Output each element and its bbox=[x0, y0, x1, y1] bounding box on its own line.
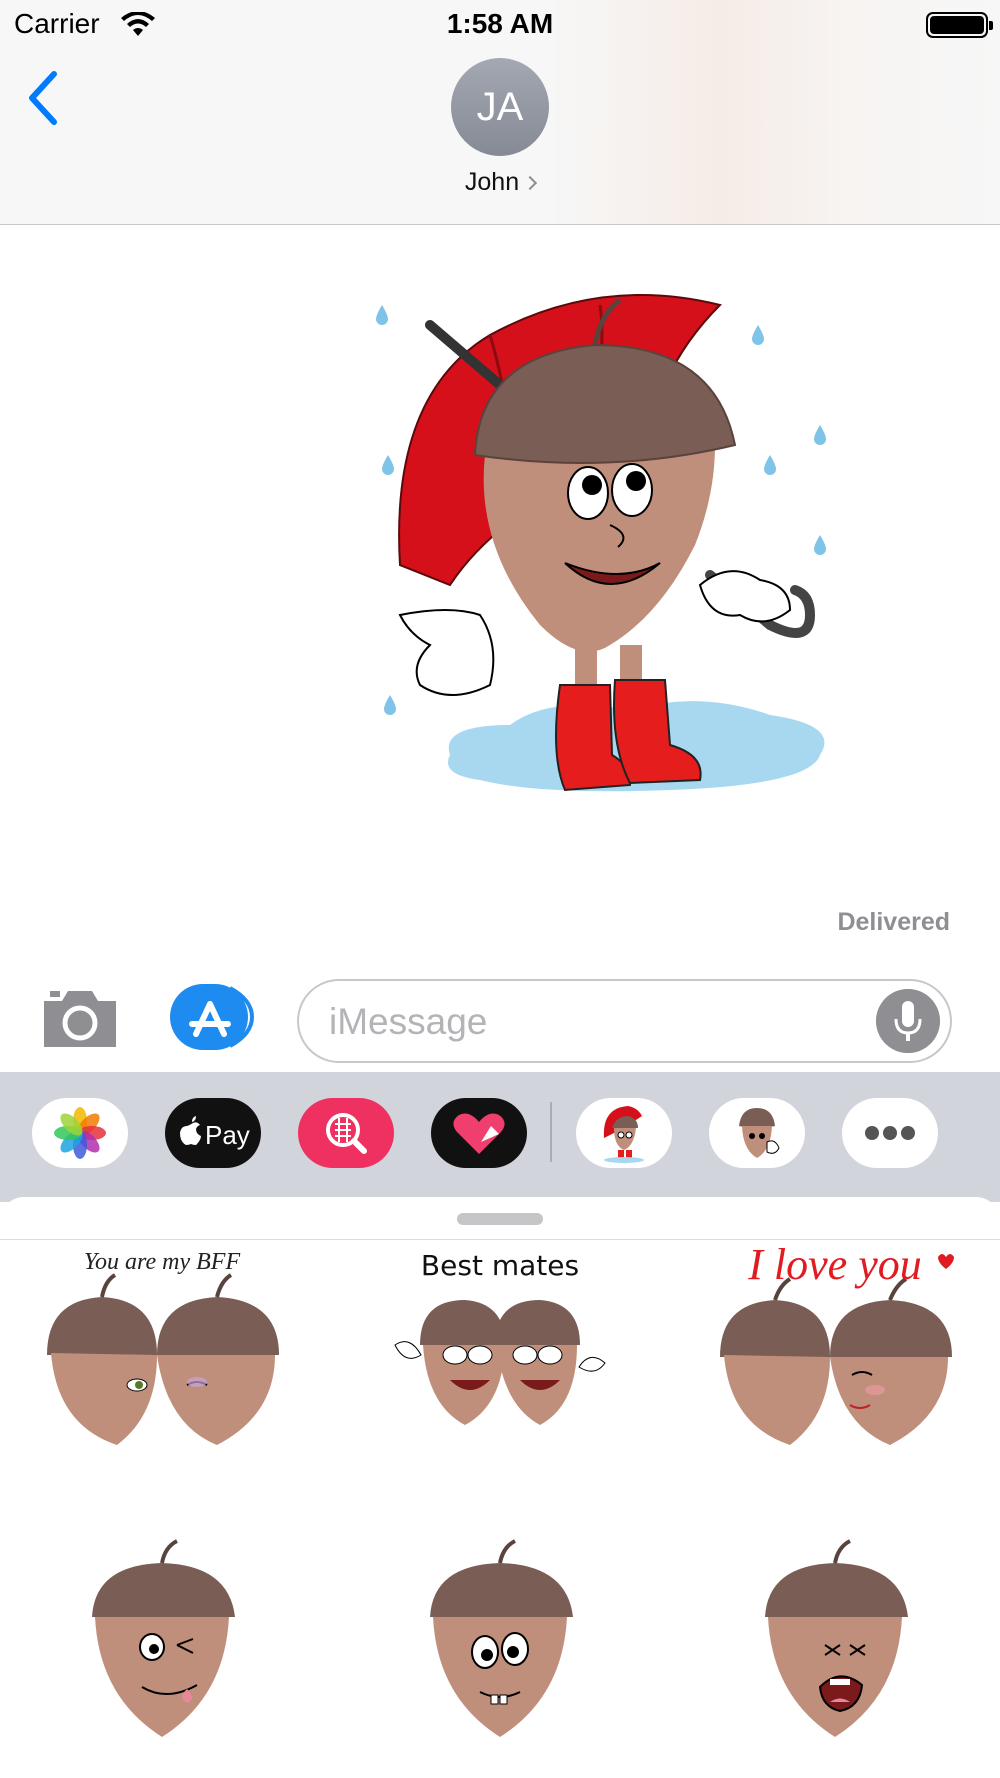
clock: 1:58 AM bbox=[446, 8, 554, 39]
battery-icon bbox=[926, 12, 993, 38]
microphone-icon[interactable] bbox=[876, 989, 940, 1053]
acorn-crying-sticker bbox=[765, 1539, 908, 1737]
sticker-panel: You are my BFF Best mates I love you bbox=[0, 1197, 1000, 1778]
chevron-right-icon bbox=[523, 175, 538, 191]
sticker-i-love-you[interactable]: I love you bbox=[690, 1240, 980, 1475]
photos-icon bbox=[54, 1107, 106, 1159]
imessage-input[interactable]: iMessage bbox=[297, 979, 952, 1063]
sticker-crying[interactable] bbox=[690, 1527, 980, 1757]
sticker-best-mates[interactable]: Best mates bbox=[355, 1245, 645, 1475]
contact-name: John bbox=[464, 168, 520, 196]
image-search-app-button[interactable] bbox=[298, 1098, 394, 1168]
app-store-icon[interactable] bbox=[170, 984, 256, 1050]
digital-touch-app-button[interactable] bbox=[431, 1098, 527, 1168]
camera-icon[interactable] bbox=[40, 985, 120, 1051]
acorn-surprised-sticker bbox=[430, 1539, 573, 1737]
acorn-wink-sticker bbox=[92, 1539, 235, 1737]
back-chevron-icon[interactable] bbox=[24, 68, 64, 128]
status-bar: Carrier 1:58 AM bbox=[0, 0, 1000, 48]
more-apps-button[interactable] bbox=[842, 1098, 938, 1168]
digital-touch-icon bbox=[453, 1113, 505, 1154]
contact-name-button[interactable]: John bbox=[0, 168, 1000, 197]
sticker-surprised[interactable] bbox=[355, 1527, 645, 1757]
imessage-placeholder: iMessage bbox=[329, 1001, 488, 1042]
image-search-icon bbox=[326, 1113, 367, 1154]
more-icon bbox=[865, 1126, 915, 1140]
conversation-header: Carrier 1:58 AM JA John bbox=[0, 0, 1000, 225]
sticker-bff[interactable]: You are my BFF bbox=[17, 1245, 307, 1475]
sticker-caption-best-mates: Best mates bbox=[420, 1249, 580, 1282]
sticker-caption-bff: You are my BFF bbox=[83, 1249, 241, 1275]
svg-text:Pay: Pay bbox=[205, 1120, 250, 1150]
acorn-app-button[interactable] bbox=[709, 1098, 805, 1168]
acorn-bff-sticker bbox=[47, 1273, 279, 1445]
apple-pay-app-button[interactable]: Pay bbox=[165, 1098, 261, 1168]
panel-grabber-handle[interactable] bbox=[457, 1213, 543, 1225]
acorn-icon bbox=[739, 1108, 780, 1158]
sent-sticker-acorn-umbrella[interactable] bbox=[370, 285, 950, 900]
sticker-caption-love: I love you bbox=[748, 1240, 922, 1289]
photos-app-button[interactable] bbox=[32, 1098, 128, 1168]
drawer-separator bbox=[550, 1102, 552, 1162]
sticker-wink[interactable] bbox=[17, 1527, 307, 1757]
contact-avatar[interactable]: JA bbox=[451, 58, 549, 156]
app-drawer: Pay bbox=[0, 1072, 1000, 1202]
acorn-umbrella-icon bbox=[603, 1106, 644, 1163]
delivered-status: Delivered bbox=[837, 908, 950, 936]
acorn-umbrella-app-button[interactable] bbox=[576, 1098, 672, 1168]
apple-pay-icon: Pay bbox=[180, 1116, 250, 1150]
